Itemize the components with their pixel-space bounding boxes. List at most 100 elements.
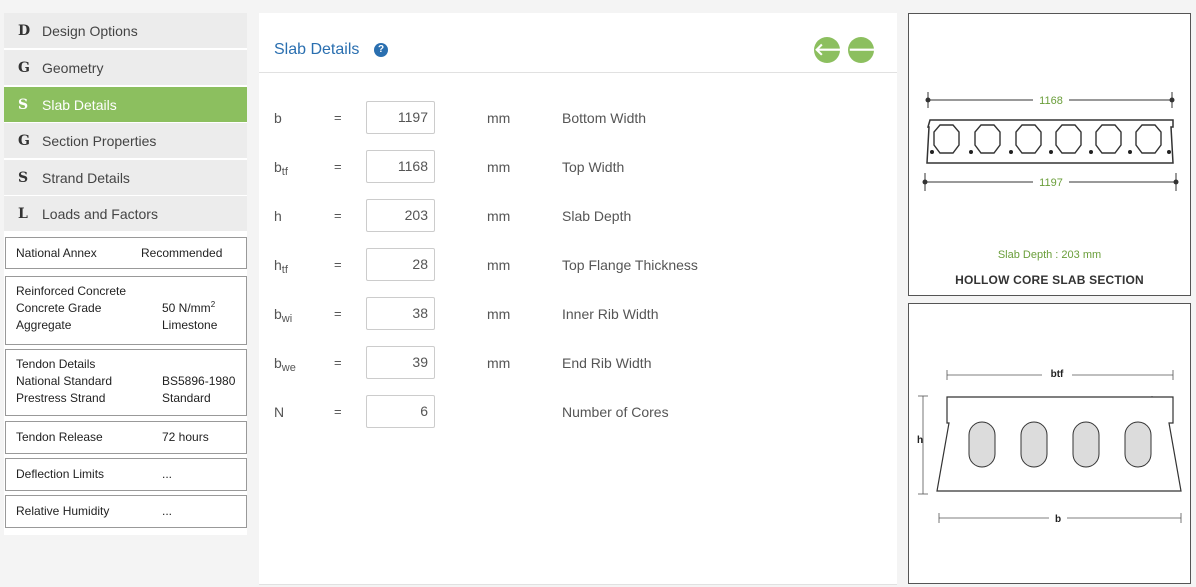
- btf-label: btf: [1051, 369, 1064, 380]
- bottom-width-label: 1197: [1039, 177, 1063, 189]
- unit-label: mm: [487, 159, 511, 175]
- end-rib-width-input[interactable]: 39: [366, 346, 435, 379]
- aggregate-label: Aggregate: [16, 318, 72, 332]
- equals-sign: =: [334, 355, 342, 370]
- nav-letter: D: [18, 22, 31, 39]
- nav-label: Design Options: [42, 22, 138, 39]
- field-description: Slab Depth: [562, 208, 632, 224]
- nav-label: Geometry: [42, 59, 104, 76]
- national-annex-label: National Annex: [16, 246, 97, 260]
- slab-section-panel: 1168 1197 Slab Depth: 203 mm HOLLOW COR…: [908, 13, 1191, 296]
- equals-sign: =: [334, 404, 342, 419]
- tendon-details-title: Tendon Details: [16, 357, 96, 371]
- bottom-width-input[interactable]: 1197: [366, 101, 435, 134]
- sidebar-item-strand-details[interactable]: S Strand Details: [4, 160, 247, 195]
- deflection-limits-label: Deflection Limits: [16, 467, 105, 481]
- sidebar-item-geometry[interactable]: G Geometry: [4, 50, 247, 85]
- tendon-details-box[interactable]: Tendon Details National Standard BS5896-1…: [5, 349, 247, 416]
- help-icon[interactable]: ?: [374, 43, 388, 57]
- field-symbol: htf: [274, 257, 288, 276]
- back-arrow-icon[interactable]: 🡐: [814, 37, 860, 63]
- nav-label: Slab Details: [42, 96, 117, 113]
- top-flange-thickness-input[interactable]: 28: [366, 248, 435, 281]
- tendon-release-label: Tendon Release: [16, 430, 103, 444]
- top-width-input[interactable]: 1168: [366, 150, 435, 183]
- equals-sign: =: [334, 306, 342, 321]
- equals-sign: =: [334, 208, 342, 223]
- deflection-limits-value: ...: [162, 467, 173, 481]
- field-symbol: bwi: [274, 306, 293, 325]
- field-symbol: h: [274, 208, 282, 224]
- reinforced-concrete-box[interactable]: Reinforced Concrete Concrete Grade 50 N/m…: [5, 276, 247, 345]
- field-row-btf: btf = 1168 mm Top Width: [259, 150, 897, 184]
- unit-label: mm: [487, 208, 511, 224]
- tendon-release-box[interactable]: Tendon Release 72 hours: [5, 421, 247, 454]
- tendon-release-value: 72 hours: [162, 430, 209, 444]
- slab-depth-label: Slab Depth : 203 mm: [997, 249, 1102, 261]
- field-description: Number of Cores: [562, 404, 669, 420]
- sidebar: D Design Options G Geometry S Slab Detai…: [4, 13, 247, 535]
- dimension-key-diagram: btf h b bwe bwi htf bc hbf: [917, 367, 1182, 525]
- field-row-bwi: bwi = 38 mm Inner Rib Width: [259, 297, 897, 331]
- top-width-label: 1168: [1039, 95, 1063, 107]
- h-label: h: [917, 435, 923, 446]
- field-row-h: h = 203 mm Slab Depth: [259, 199, 897, 233]
- inner-rib-width-input[interactable]: 38: [366, 297, 435, 330]
- b-label: b: [1055, 514, 1061, 525]
- concrete-grade-value: 50 N/mm2: [162, 300, 216, 316]
- field-symbol: bwe: [274, 355, 296, 374]
- deflection-limits-box[interactable]: Deflection Limits...: [5, 458, 247, 491]
- sidebar-item-slab-details[interactable]: S Slab Details: [4, 87, 247, 122]
- relative-humidity-value: ...: [162, 504, 173, 518]
- national-standard-value: BS5896-1980: [162, 374, 236, 388]
- nav-letter: S: [18, 169, 29, 186]
- field-row-b: b = 1197 mm Bottom Width: [259, 101, 897, 135]
- app-root: D Design Options G Geometry S Slab Detai…: [0, 0, 1196, 587]
- section-title: HOLLOW CORE SLAB SECTION: [955, 273, 1144, 287]
- number-of-cores-input[interactable]: 6: [366, 395, 435, 428]
- title-divider: [259, 72, 897, 73]
- national-annex-value: Recommended: [141, 246, 223, 260]
- field-symbol: N: [274, 404, 285, 420]
- next-arrow-icon[interactable]: 🡒: [848, 37, 894, 63]
- dimension-key-panel: btf h b bwe bwi htf bc hbf: [908, 303, 1191, 584]
- unit-label: mm: [487, 355, 511, 371]
- sidebar-item-section-properties[interactable]: G Section Properties: [4, 123, 247, 158]
- sidebar-item-loads-and-factors[interactable]: L Loads and Factors: [4, 196, 247, 231]
- field-row-n: N = 6 Number of Cores: [259, 395, 897, 429]
- national-annex-box[interactable]: National Annex Recommended: [5, 237, 247, 269]
- unit-label: mm: [487, 306, 511, 322]
- nav-label: Section Properties: [42, 132, 157, 149]
- prestress-strand-label: Prestress Strand: [16, 391, 106, 405]
- prestress-strand-value: Standard: [162, 391, 211, 405]
- equals-sign: =: [334, 110, 342, 125]
- reinforced-concrete-title: Reinforced Concrete: [16, 284, 127, 298]
- main-panel: Slab Details ? 🡐 🡒 b = 1197 mm Bottom Wi…: [259, 13, 897, 585]
- nav-label: Loads and Factors: [42, 205, 158, 222]
- unit-label: mm: [487, 110, 511, 126]
- bottom-divider: [259, 584, 897, 585]
- sidebar-item-design-options[interactable]: D Design Options: [4, 13, 247, 48]
- slab-section-drawing: 1168 1197: [922, 92, 1179, 191]
- nav-letter: G: [18, 132, 30, 149]
- equals-sign: =: [334, 257, 342, 272]
- field-symbol: b: [274, 110, 282, 126]
- unit-label: mm: [487, 257, 511, 273]
- field-row-htf: htf = 28 mm Top Flange Thickness: [259, 248, 897, 282]
- field-description: Bottom Width: [562, 110, 647, 126]
- concrete-grade-label: Concrete Grade: [16, 301, 102, 315]
- nav-letter: G: [18, 59, 30, 76]
- national-standard-label: National Standard: [16, 374, 113, 388]
- slab-depth-input[interactable]: 203: [366, 199, 435, 232]
- relative-humidity-box[interactable]: Relative Humidity...: [5, 495, 247, 528]
- field-description: Inner Rib Width: [562, 306, 659, 322]
- field-description: End Rib Width: [562, 355, 652, 371]
- relative-humidity-label: Relative Humidity: [16, 504, 110, 518]
- nav-letter: L: [18, 205, 28, 222]
- field-description: Top Width: [562, 159, 625, 175]
- field-description: Top Flange Thickness: [562, 257, 698, 273]
- nav-label: Strand Details: [42, 169, 130, 186]
- aggregate-value: Limestone: [162, 318, 218, 332]
- page-title: Slab Details: [274, 41, 360, 58]
- nav-letter: S: [18, 96, 29, 113]
